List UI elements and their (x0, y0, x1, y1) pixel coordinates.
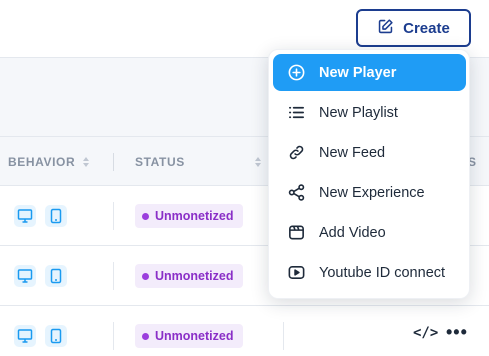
menu-item-label: New Playlist (319, 104, 398, 121)
menu-item-label: Youtube ID connect (319, 264, 446, 281)
link-icon (273, 143, 319, 162)
create-button-label: Create (403, 19, 450, 37)
column-behavior-label: BEHAVIOR (8, 155, 76, 169)
desktop-icon (14, 205, 36, 227)
status-badge-label: Unmonetized (155, 209, 234, 223)
status-badge-label: Unmonetized (155, 269, 234, 283)
menu-item-label: New Player (319, 64, 397, 81)
menu-item-label: New Experience (319, 184, 425, 201)
share-icon (273, 183, 319, 202)
plus-circle-icon (273, 63, 319, 82)
menu-item-label: Add Video (319, 224, 386, 241)
menu-item-new-feed[interactable]: New Feed (273, 134, 466, 171)
cell-divider (113, 262, 114, 290)
sort-icon[interactable] (254, 157, 261, 167)
sort-icon[interactable] (83, 157, 90, 167)
status-dot (142, 212, 149, 220)
menu-item-new-player[interactable]: New Player (273, 54, 466, 91)
status-badge-label: Unmonetized (155, 329, 234, 343)
status-badge: Unmonetized (135, 204, 244, 228)
cell-divider (113, 202, 114, 230)
menu-item-youtube-id-connect[interactable]: Youtube ID connect (273, 254, 466, 291)
create-button[interactable]: Create (356, 9, 471, 47)
play-icon (273, 263, 319, 282)
status-badge: Unmonetized (135, 324, 244, 348)
column-divider (113, 153, 114, 171)
desktop-icon (14, 265, 36, 287)
table-row[interactable]: Unmonetized </> ••• (0, 306, 489, 356)
cell-divider (283, 322, 284, 350)
edit-icon (377, 18, 394, 39)
status-dot (142, 272, 149, 280)
mobile-icon (45, 205, 67, 227)
status-dot (142, 332, 149, 340)
desktop-icon (14, 325, 36, 347)
cell-divider (113, 322, 114, 350)
more-options-button[interactable]: ••• (446, 323, 468, 341)
column-status-label: STATUS (135, 155, 185, 169)
menu-item-add-video[interactable]: Add Video (273, 214, 466, 251)
mobile-icon (45, 325, 67, 347)
embed-code-button[interactable]: </> (413, 325, 438, 341)
column-status[interactable]: STATUS (135, 137, 261, 187)
list-icon (273, 103, 319, 122)
create-menu: New Player New Playlist New Feed New Exp… (268, 49, 470, 299)
column-behavior[interactable]: BEHAVIOR (8, 137, 90, 187)
menu-item-label: New Feed (319, 144, 386, 161)
menu-item-new-playlist[interactable]: New Playlist (273, 94, 466, 131)
video-icon (273, 223, 319, 242)
status-badge: Unmonetized (135, 264, 244, 288)
mobile-icon (45, 265, 67, 287)
menu-item-new-experience[interactable]: New Experience (273, 174, 466, 211)
